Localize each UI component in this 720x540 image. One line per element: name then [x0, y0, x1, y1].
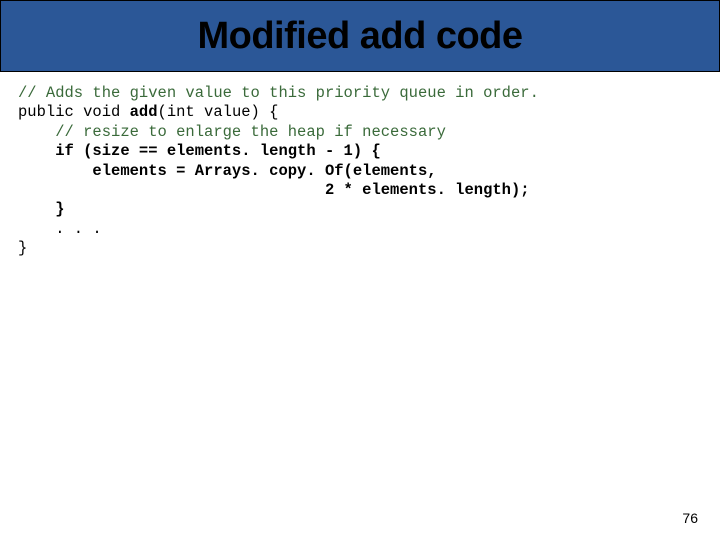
- code-block: // Adds the given value to this priority…: [0, 72, 720, 258]
- code-line-6: 2 * elements. length);: [18, 181, 530, 199]
- title-bar: Modified add code: [0, 0, 720, 72]
- code-comment-2: // resize to enlarge the heap if necessa…: [18, 123, 446, 141]
- code-comment-1: // Adds the given value to this priority…: [18, 84, 539, 102]
- code-line-9: }: [18, 239, 27, 257]
- code-line-8: . . .: [18, 220, 102, 238]
- code-line-4: if (size == elements. length - 1) {: [18, 142, 381, 160]
- slide-title: Modified add code: [197, 15, 522, 58]
- code-line-5: elements = Arrays. copy. Of(elements,: [18, 162, 437, 180]
- code-method-name: add: [130, 103, 158, 121]
- page-number: 76: [682, 510, 698, 526]
- code-line-7: }: [18, 200, 65, 218]
- code-line-2-prefix: public void: [18, 103, 130, 121]
- code-line-2-suffix: (int value) {: [158, 103, 279, 121]
